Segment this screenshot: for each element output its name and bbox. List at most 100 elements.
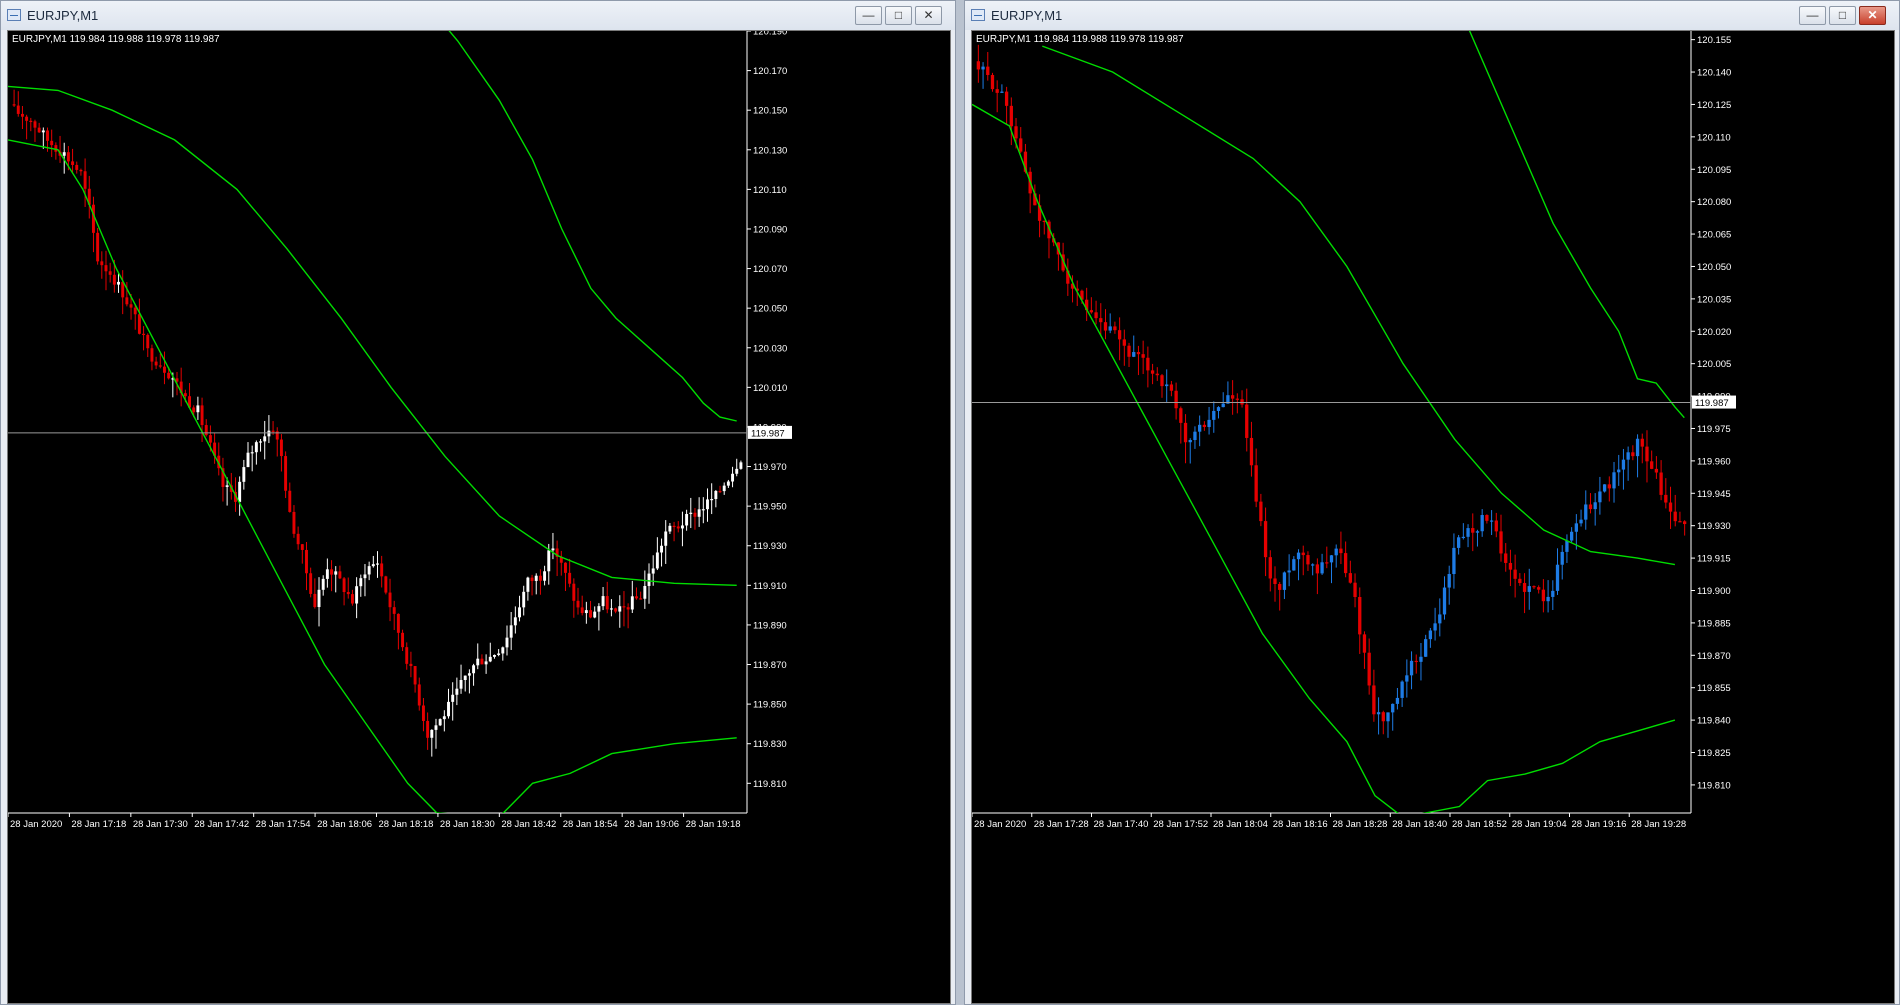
chart-window-right[interactable]: EURJPY,M1 — □ ✕ EURJPY,M1 119.984 119.98… (964, 0, 1900, 1005)
candle-body (46, 130, 49, 141)
maximize-button[interactable]: □ (885, 6, 912, 25)
candle-body (1391, 703, 1395, 713)
candle-body (259, 441, 263, 443)
candle-body (409, 663, 413, 667)
candle-body (530, 577, 534, 581)
candle-body (459, 679, 463, 689)
price-tick-label: 120.065 (1697, 230, 1731, 241)
time-tick-label: 28 Jan 17:52 (1153, 819, 1208, 830)
ohlc-readout: EURJPY,M1 119.984 119.988 119.978 119.98… (12, 34, 220, 45)
candlestick-chart-svg[interactable]: 120.155 120.140 120.125 120.110 120.095 120.0… (972, 31, 1894, 1003)
time-tick-label: 28 Jan 2020 (10, 819, 62, 830)
candle-body (976, 61, 981, 70)
candle-body (1202, 424, 1207, 428)
close-button[interactable]: ✕ (915, 6, 942, 25)
candle-body (680, 525, 684, 529)
candle-body (1565, 540, 1569, 552)
upper-band-line (1468, 31, 1685, 419)
candle-body (1560, 551, 1564, 565)
candle-body (1617, 469, 1621, 473)
price-tick-label: 120.050 (1697, 262, 1731, 273)
candle-body (731, 473, 735, 482)
candle-body (1678, 521, 1682, 523)
price-tick-label: 119.975 (1697, 424, 1731, 435)
candle-body (1311, 564, 1315, 566)
price-tick-label: 119.870 (1697, 651, 1731, 662)
ohlc-readout: EURJPY,M1 119.984 119.988 119.978 119.98… (976, 34, 1184, 45)
chart-window-left[interactable]: EURJPY,M1 — □ ✕ EURJPY,M1 119.984 119.98… (0, 0, 956, 1005)
candle-body (1122, 339, 1126, 346)
candle-body (1004, 91, 1009, 106)
price-tick-label: 119.840 (1697, 716, 1731, 727)
candle-body (1518, 578, 1522, 584)
time-tick-label: 28 Jan 19:28 (1631, 819, 1686, 830)
candle-body (33, 121, 37, 128)
window-titlebar[interactable]: EURJPY,M1 — □ ✕ (1, 1, 955, 30)
candle-body (1329, 555, 1334, 563)
candle-body (288, 490, 292, 512)
price-tick-label: 120.030 (753, 343, 787, 354)
candle-body (37, 127, 41, 133)
candle-body (25, 116, 29, 121)
price-tick-label: 120.090 (753, 224, 787, 235)
maximize-button[interactable]: □ (1829, 6, 1856, 25)
time-tick-label: 28 Jan 17:30 (133, 819, 188, 830)
candle-body (1103, 322, 1108, 331)
candle-body (1348, 573, 1352, 583)
candle-body (463, 675, 467, 680)
chart-window-icon (7, 9, 21, 21)
lower-band-line (8, 139, 737, 813)
time-tick-label: 28 Jan 18:06 (317, 819, 372, 830)
candle-body (693, 512, 697, 517)
window-splitter[interactable] (956, 0, 964, 1005)
price-chart[interactable]: EURJPY,M1 119.984 119.988 119.978 119.98… (7, 30, 951, 1004)
candle-body (321, 578, 325, 590)
candle-body (639, 598, 643, 600)
candle-body (192, 407, 196, 413)
candle-body (41, 130, 45, 133)
candle-body (417, 684, 421, 706)
candle-body (1141, 354, 1145, 358)
candle-body (547, 550, 551, 572)
candle-body (204, 425, 208, 436)
candle-body (183, 393, 187, 397)
candle-body (689, 512, 693, 514)
close-button[interactable]: ✕ (1859, 6, 1886, 25)
candle-body (480, 658, 484, 665)
candle-body (1207, 419, 1211, 428)
candle-body (1433, 623, 1437, 631)
candle-body (1353, 582, 1357, 598)
time-tick-label: 28 Jan 18:04 (1213, 819, 1268, 830)
candle-body (492, 654, 496, 657)
candle-body (580, 607, 584, 614)
price-chart[interactable]: EURJPY,M1 119.984 119.988 119.978 119.98… (971, 30, 1895, 1004)
candle-body (601, 596, 605, 607)
bid-price-label: 119.987 (1695, 398, 1729, 409)
minimize-button[interactable]: — (1799, 6, 1826, 25)
candle-body (267, 430, 271, 437)
window-titlebar[interactable]: EURJPY,M1 — □ ✕ (965, 1, 1899, 30)
minimize-button[interactable]: — (855, 6, 882, 25)
candle-body (538, 575, 542, 581)
candle-body (1372, 685, 1376, 715)
price-tick-label: 119.825 (1697, 748, 1731, 759)
time-tick-label: 28 Jan 18:16 (1273, 819, 1328, 830)
price-tick-label: 119.885 (1697, 618, 1731, 629)
candle-body (75, 164, 79, 170)
candle-body (1381, 712, 1385, 722)
price-tick-label: 119.930 (1697, 521, 1731, 532)
candle-body (1602, 484, 1607, 492)
candle-body (626, 607, 630, 610)
candle-body (334, 571, 338, 575)
candle-body (1306, 555, 1310, 565)
candle-body (1645, 446, 1649, 462)
candle-body (1551, 590, 1555, 597)
candle-body (1395, 697, 1400, 704)
candle-body (305, 549, 308, 574)
candle-body (1631, 452, 1635, 457)
candlestick-chart-svg[interactable]: 120.190 120.170 120.150 120.130 120.110 120.0… (8, 31, 950, 1003)
price-tick-label: 120.110 (753, 185, 787, 196)
candle-body (710, 499, 714, 501)
candle-body (346, 592, 350, 595)
candle-body (609, 608, 613, 610)
